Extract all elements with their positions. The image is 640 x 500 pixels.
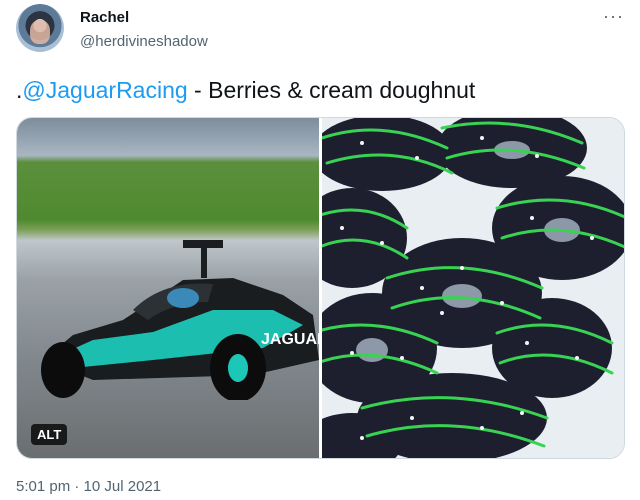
author-name[interactable]: Rachel xyxy=(80,9,129,26)
car-livery-text: JAGUAR xyxy=(261,331,319,348)
alt-badge[interactable]: ALT xyxy=(31,424,68,445)
timestamp-separator: · xyxy=(70,478,84,495)
avatar[interactable] xyxy=(16,4,64,52)
tweet-date: 10 Jul 2021 xyxy=(83,478,162,495)
doughnuts-image[interactable] xyxy=(322,118,624,458)
tweet-text-suffix: - Berries & cream doughnut xyxy=(187,77,476,103)
media-grid: JAGUAR ALT xyxy=(16,117,625,459)
more-options-icon[interactable]: ··· xyxy=(603,6,624,27)
doughnuts-illustration xyxy=(322,118,624,458)
race-car-illustration: JAGUAR xyxy=(41,240,319,400)
tweet-text: .@JaguarRacing - Berries & cream doughnu… xyxy=(16,74,475,106)
race-car-image[interactable]: JAGUAR ALT xyxy=(17,118,319,458)
mention-link[interactable]: @JaguarRacing xyxy=(22,77,187,103)
tweet-timestamp[interactable]: 5:01 pm · 10 Jul 2021 xyxy=(16,478,161,495)
author-handle[interactable]: @herdivineshadow xyxy=(80,33,208,50)
tweet-time: 5:01 pm xyxy=(16,478,71,495)
